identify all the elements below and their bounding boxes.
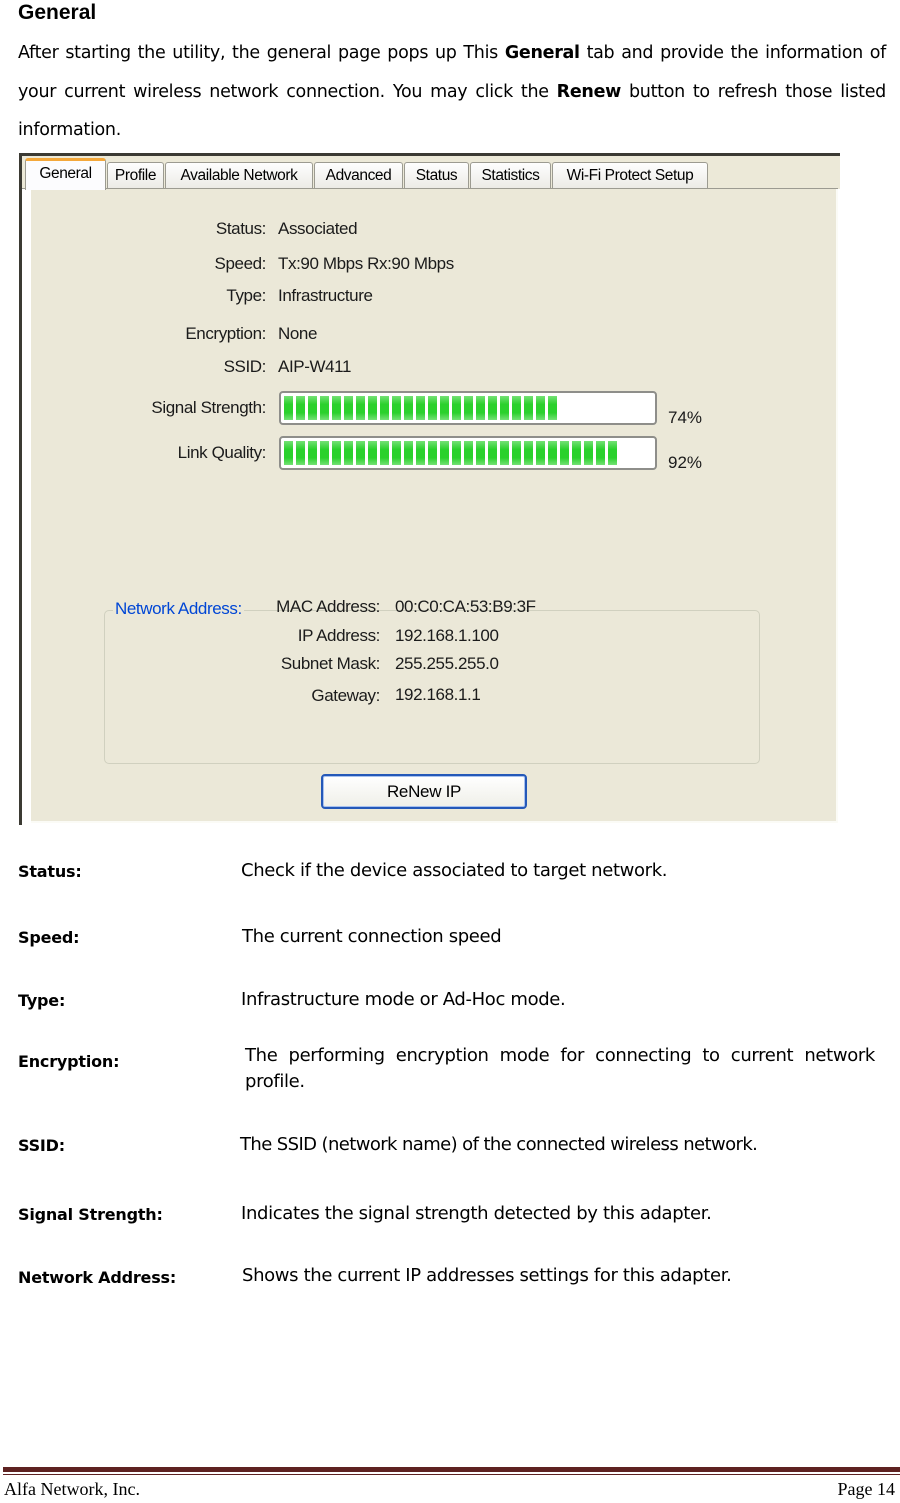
link-quality-percent: 92% <box>668 453 703 472</box>
intro-bold-renew: Renew <box>556 81 622 102</box>
mac-address-value: 00:C0:CA:53:B9:3F <box>395 597 536 616</box>
desc-term-speed: Speed: <box>18 928 80 947</box>
general-panel: Status: Associated Speed: Tx:90 Mbps Rx:… <box>31 189 838 823</box>
gateway-value: 192.168.1.1 <box>395 685 481 704</box>
intro-bold-general: General <box>504 43 580 63</box>
renew-ip-button[interactable]: ReNew IP <box>321 774 527 809</box>
encryption-label: Encryption: <box>185 324 266 343</box>
type-value: Infrastructure <box>278 286 373 305</box>
tab-bar: General Profile Available Network Advanc… <box>22 156 840 190</box>
desc-term-status: Status: <box>18 862 82 881</box>
speed-label: Speed: <box>214 254 267 273</box>
desc-text-encryption: The performing encryption mode for conne… <box>245 1045 875 1092</box>
ip-address-value: 192.168.1.100 <box>395 626 499 645</box>
tab-profile[interactable]: Profile <box>107 162 164 188</box>
footer-page-number: Page 14 <box>837 1479 896 1499</box>
tab-general[interactable]: General <box>25 158 106 190</box>
footer-company: Alfa Network, Inc. <box>4 1479 140 1499</box>
tab-advanced[interactable]: Advanced <box>314 162 403 188</box>
utility-screenshot: General Profile Available Network Advanc… <box>19 153 840 825</box>
intro-paragraph: After starting the utility, the general … <box>18 34 886 150</box>
ssid-value: AIP-W411 <box>278 357 352 376</box>
ssid-label: SSID: <box>223 357 267 376</box>
encryption-value: None <box>278 324 318 343</box>
type-label: Type: <box>226 286 266 305</box>
desc-term-ssid: SSID: <box>18 1136 65 1155</box>
tab-status[interactable]: Status <box>404 162 469 188</box>
speed-value: Tx:90 Mbps Rx:90 Mbps <box>278 254 454 273</box>
section-heading: General <box>18 1 97 24</box>
tab-wifi-protect-setup[interactable]: Wi-Fi Protect Setup <box>552 162 708 188</box>
subnet-mask-label: Subnet Mask: <box>280 654 381 673</box>
gateway-label: Gateway: <box>311 686 380 705</box>
ip-address-label: IP Address: <box>297 626 381 645</box>
desc-text-signal-strength: Indicates the signal strength detected b… <box>241 1203 712 1224</box>
desc-term-signal-strength: Signal Strength: <box>18 1205 163 1224</box>
footer-rule-thin <box>3 1474 900 1475</box>
mac-address-label: MAC Address: <box>276 597 380 616</box>
link-quality-label: Link Quality: <box>177 443 267 462</box>
link-quality-bar <box>279 436 657 470</box>
signal-strength-bar-fill <box>284 396 557 420</box>
tab-available-network[interactable]: Available Network <box>165 162 313 188</box>
desc-text-network-address: Shows the current IP addresses settings … <box>242 1265 732 1286</box>
desc-text-ssid: The SSID (network name) of the connected… <box>240 1134 758 1155</box>
desc-text-status: Check if the device associated to target… <box>241 860 668 881</box>
subnet-mask-value: 255.255.255.0 <box>395 654 499 673</box>
desc-text-type: Infrastructure mode or Ad-Hoc mode. <box>241 989 566 1010</box>
intro-text-1: After starting the utility, the general … <box>18 43 505 63</box>
footer-rule <box>3 1467 900 1472</box>
link-quality-bar-fill <box>284 441 617 465</box>
signal-strength-percent: 74% <box>668 408 703 427</box>
tab-statistics[interactable]: Statistics <box>470 162 551 188</box>
desc-term-encryption: Encryption: <box>18 1052 120 1071</box>
network-address-title: Network Address: <box>113 599 244 619</box>
desc-term-type: Type: <box>18 991 66 1010</box>
desc-text-speed: The current connection speed <box>242 926 502 947</box>
status-label: Status: <box>215 219 267 238</box>
window-border-left <box>19 156 22 825</box>
status-value: Associated <box>278 219 358 238</box>
signal-strength-bar <box>279 391 657 425</box>
signal-strength-label: Signal Strength: <box>151 398 266 417</box>
desc-term-network-address: Network Address: <box>18 1268 177 1287</box>
